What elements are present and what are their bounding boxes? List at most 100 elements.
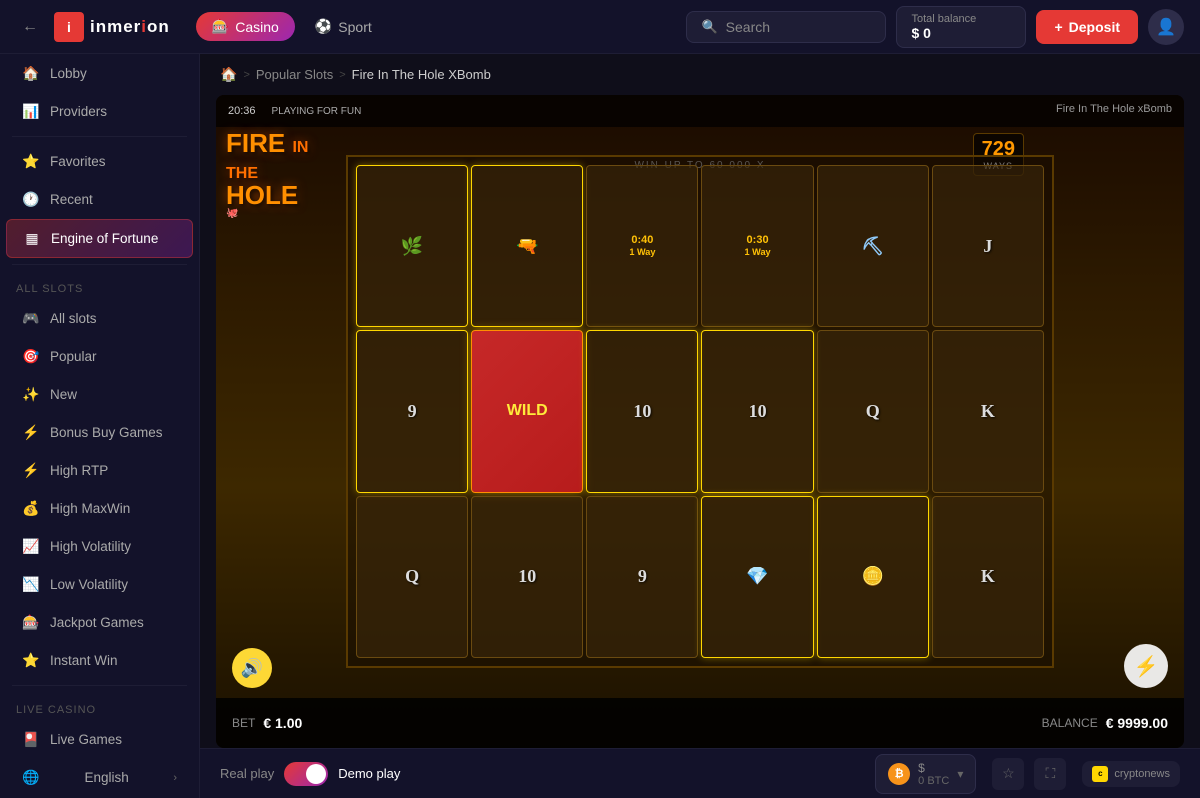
cell-symbol: 9 bbox=[408, 401, 417, 422]
balance-value: $ 0 bbox=[911, 25, 1011, 41]
game-cell: 0:401 Way bbox=[586, 165, 698, 327]
game-time: 20:36 bbox=[228, 105, 256, 117]
game-cell: K bbox=[932, 330, 1044, 492]
home-breadcrumb[interactable]: 🏠 bbox=[220, 66, 237, 83]
cell-symbol: Q bbox=[405, 566, 419, 587]
sidebar-item-low-volatility[interactable]: 📉 Low Volatility bbox=[6, 566, 193, 603]
game-mode: PLAYING FOR FUN bbox=[272, 106, 362, 117]
tab-sport[interactable]: ⚽ Sport bbox=[299, 12, 388, 41]
breadcrumb: 🏠 > Popular Slots > Fire In The Hole XBo… bbox=[200, 54, 1200, 95]
breadcrumb-sep-1: > bbox=[243, 69, 249, 81]
user-avatar[interactable]: 👤 bbox=[1148, 9, 1184, 45]
cell-symbol: 0:301 Way bbox=[745, 234, 771, 258]
real-play-label: Real play bbox=[220, 766, 274, 781]
sidebar-item-all-slots[interactable]: 🎮 All slots bbox=[6, 300, 193, 337]
back-button[interactable]: ← bbox=[16, 13, 44, 41]
game-cell: 10 bbox=[701, 330, 813, 492]
play-mode-group: Real play Demo play bbox=[220, 762, 400, 786]
high-maxwin-icon: 💰 bbox=[22, 500, 40, 517]
current-game-breadcrumb: Fire In The Hole XBomb bbox=[352, 67, 491, 82]
game-top-bar: 20:36 PLAYING FOR FUN Fire In The Hole x… bbox=[216, 95, 1184, 127]
deposit-plus-icon: + bbox=[1054, 19, 1062, 35]
cell-symbol: J bbox=[983, 236, 992, 257]
game-cell: J bbox=[932, 165, 1044, 327]
game-title-overlay: FIRE INTHEHOLE 🐙 bbox=[226, 130, 308, 219]
sidebar-item-recent[interactable]: 🕐 Recent bbox=[6, 181, 193, 218]
game-cell: 10 bbox=[586, 330, 698, 492]
high-maxwin-label: High MaxWin bbox=[50, 501, 130, 516]
cell-symbol: 🔫 bbox=[516, 236, 538, 257]
instant-win-icon: ⭐ bbox=[22, 652, 40, 669]
currency-selector[interactable]: ₿ $ 0 BTC ▾ bbox=[875, 754, 976, 794]
sound-button[interactable]: 🔊 bbox=[232, 648, 272, 688]
jackpot-label: Jackpot Games bbox=[50, 615, 144, 630]
expand-button[interactable]: ⛶ bbox=[1034, 758, 1066, 790]
cell-symbol: ⛏ bbox=[861, 236, 884, 257]
sidebar-item-english[interactable]: 🌐 English › bbox=[6, 759, 193, 796]
game-cell: Q bbox=[817, 330, 929, 492]
cell-symbol: K bbox=[981, 566, 995, 587]
cell-symbol: 10 bbox=[749, 401, 767, 422]
sidebar-item-new[interactable]: ✨ New bbox=[6, 376, 193, 413]
sidebar-item-jackpot[interactable]: 🎰 Jackpot Games bbox=[6, 604, 193, 641]
game-container: 20:36 PLAYING FOR FUN Fire In The Hole x… bbox=[216, 95, 1184, 748]
game-cell: 0:301 Way bbox=[701, 165, 813, 327]
divider-2 bbox=[12, 264, 187, 265]
all-slots-icon: 🎮 bbox=[22, 310, 40, 327]
popular-slots-link[interactable]: Popular Slots bbox=[256, 67, 333, 82]
search-bar[interactable]: 🔍 Search bbox=[686, 11, 886, 43]
cryptonews-icon: c bbox=[1092, 766, 1108, 782]
bet-label: BET bbox=[232, 716, 255, 730]
logo-text: inmerion bbox=[90, 17, 170, 37]
favorites-label: Favorites bbox=[50, 154, 106, 169]
wild-symbol: WILD bbox=[507, 402, 548, 420]
sidebar-item-lobby[interactable]: 🏠 Lobby bbox=[6, 55, 193, 92]
cell-symbol: 🪙 bbox=[862, 566, 884, 587]
sidebar-item-high-rtp[interactable]: ⚡ High RTP bbox=[6, 452, 193, 489]
breadcrumb-sep-2: > bbox=[339, 69, 345, 81]
sidebar-item-popular[interactable]: 🎯 Popular bbox=[6, 338, 193, 375]
fire-title: FIRE INTHEHOLE bbox=[226, 130, 308, 208]
sidebar-item-favorites[interactable]: ⭐ Favorites bbox=[6, 143, 193, 180]
lobby-label: Lobby bbox=[50, 66, 87, 81]
sidebar-item-engine[interactable]: ▦ Engine of Fortune bbox=[6, 219, 193, 258]
cell-symbol: 0:401 Way bbox=[629, 234, 655, 258]
lightning-button[interactable]: ⚡ bbox=[1124, 644, 1168, 688]
game-time-play: 20:36 PLAYING FOR FUN bbox=[228, 105, 361, 117]
engine-label: Engine of Fortune bbox=[51, 231, 158, 246]
game-balance-label: BALANCE bbox=[1042, 716, 1098, 730]
sidebar-item-bonus-buy[interactable]: ⚡ Bonus Buy Games bbox=[6, 414, 193, 451]
sidebar-item-high-volatility[interactable]: 📈 High Volatility bbox=[6, 528, 193, 565]
sidebar-item-high-maxwin[interactable]: 💰 High MaxWin bbox=[6, 490, 193, 527]
game-cell: Q bbox=[356, 496, 468, 658]
deposit-button[interactable]: + Deposit bbox=[1036, 10, 1138, 44]
game-cell: 🌿 bbox=[356, 165, 468, 327]
bonus-icon: ⚡ bbox=[22, 424, 40, 441]
sidebar-item-instant-win[interactable]: ⭐ Instant Win bbox=[6, 642, 193, 679]
balance-area: Total balance $ 0 bbox=[896, 6, 1026, 48]
toggle-knob bbox=[306, 764, 326, 784]
favorite-button[interactable]: ☆ bbox=[992, 758, 1024, 790]
sidebar-item-providers[interactable]: 📊 Providers bbox=[6, 93, 193, 130]
tab-casino[interactable]: 🎰 Casino bbox=[196, 12, 295, 41]
casino-icon: 🎰 bbox=[212, 18, 229, 35]
language-label: English bbox=[85, 770, 129, 785]
sidebar-item-live-games[interactable]: 🎴 Live Games bbox=[6, 721, 193, 758]
recent-label: Recent bbox=[50, 192, 93, 207]
bonus-buy-label: Bonus Buy Games bbox=[50, 425, 163, 440]
game-cell: 10 bbox=[471, 496, 583, 658]
providers-label: Providers bbox=[50, 104, 107, 119]
live-games-label: Live Games bbox=[50, 732, 122, 747]
low-vol-icon: 📉 bbox=[22, 576, 40, 593]
cryptonews-badge: c cryptonews bbox=[1082, 761, 1180, 787]
casino-tab-label: Casino bbox=[235, 19, 279, 35]
game-frame: 20:36 PLAYING FOR FUN Fire In The Hole x… bbox=[216, 95, 1184, 748]
game-grid: 🌿 🔫 0:401 Way 0:301 Way ⛏ J 9 WILD 10 10… bbox=[346, 155, 1054, 668]
play-mode-toggle[interactable] bbox=[284, 762, 328, 786]
low-volatility-label: Low Volatility bbox=[50, 577, 128, 592]
cell-symbol: 9 bbox=[638, 566, 647, 587]
balance-info: BALANCE € 9999.00 bbox=[1042, 715, 1168, 731]
search-icon: 🔍 bbox=[701, 19, 717, 35]
game-cell: 9 bbox=[356, 330, 468, 492]
deposit-label: Deposit bbox=[1069, 19, 1120, 35]
